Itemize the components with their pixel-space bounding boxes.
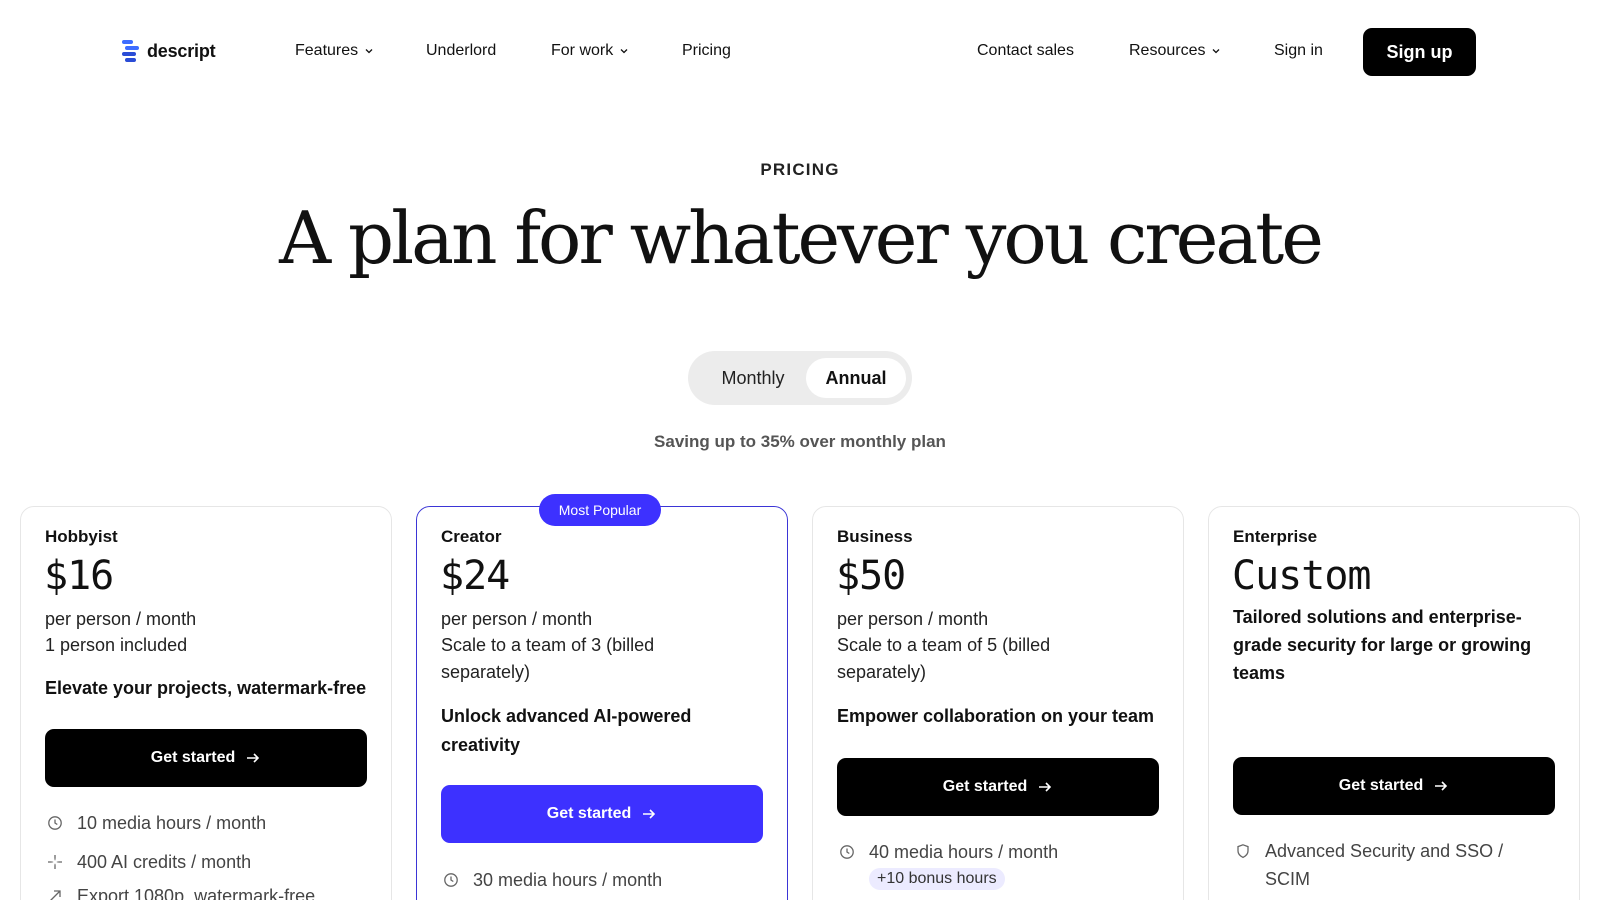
plan-description: Tailored solutions and enterprise-grade … (1233, 607, 1532, 683)
descript-logo[interactable]: descript (122, 40, 216, 62)
nav-resources[interactable]: Resources (1129, 42, 1221, 60)
plan-price: $50 (836, 553, 906, 599)
top-nav: descript Features Underlord For work Pri… (0, 0, 1600, 104)
export-icon (50, 890, 61, 900)
get-started-button[interactable]: Get started (45, 729, 367, 787)
pricing-eyebrow: PRICING (760, 160, 840, 179)
plan-price: $16 (44, 553, 114, 599)
get-started-label: Get started (150, 749, 236, 766)
plan-name: Enterprise (1233, 527, 1318, 546)
plan-description: Elevate your projects, watermark-free (45, 678, 367, 698)
feature-ai-credits: 400 AI credits / month (45, 848, 375, 876)
plan-card-creator: Most Popular Creator $24 per person / mo… (416, 494, 788, 900)
nav-sign-in[interactable]: Sign in (1274, 42, 1323, 60)
get-started-button[interactable]: Get started (837, 758, 1159, 816)
feature-label: Advanced Security and SSO / SCIM (1265, 841, 1504, 889)
feature-label: 40 media hours / month (869, 842, 1059, 862)
feature-security: Advanced Security and SSO / SCIM (1233, 837, 1533, 893)
sparkle-icon (48, 855, 62, 869)
feature-label: 10 media hours / month (77, 813, 267, 833)
nav-features[interactable]: Features (295, 42, 374, 60)
sign-up-button[interactable]: Sign up (1363, 28, 1476, 76)
nav-underlord[interactable]: Underlord (426, 42, 496, 60)
nav-for-work-label: For work (551, 42, 614, 59)
chevron-down-icon (365, 49, 373, 54)
plan-name: Hobbyist (45, 527, 118, 546)
plan-billing-unit: per person / month (441, 609, 593, 629)
nav-for-work[interactable]: For work (551, 42, 629, 60)
get-started-button[interactable]: Get started (441, 785, 763, 843)
feature-label: Export 1080p, watermark-free (77, 886, 316, 900)
arrow-right-icon (1039, 782, 1052, 792)
get-started-button[interactable]: Get started (1233, 757, 1555, 815)
plan-card-hobbyist: Hobbyist $16 per person / month 1 person… (20, 506, 392, 900)
plan-description: Empower collaboration on your team (837, 706, 1155, 726)
most-popular-badge: Most Popular (539, 494, 661, 526)
feature-media-hours: 10 media hours / month (45, 809, 375, 837)
nav-pricing[interactable]: Pricing (682, 42, 731, 60)
plan-seats: 1 person included (45, 635, 188, 655)
descript-logo-icon (122, 40, 139, 62)
feature-label: 400 AI credits / month (77, 852, 252, 872)
plan-description: Unlock advanced AI-powered creativity (441, 706, 692, 755)
feature-media-hours: 30 media hours / month (441, 866, 771, 894)
billing-monthly-option[interactable]: Monthly (698, 358, 808, 398)
plan-name: Creator (441, 527, 502, 546)
plan-seats: Scale to a team of 3 (billed separately) (441, 635, 655, 682)
clock-icon (840, 845, 854, 859)
plan-billing-unit: per person / month (837, 609, 989, 629)
feature-export: Export 1080p, watermark-free (45, 882, 375, 900)
feature-media-hours: 40 media hours / month (837, 838, 1167, 866)
bonus-hours-badge: +10 bonus hours (869, 868, 1005, 890)
chevron-down-icon (620, 49, 628, 54)
arrow-right-icon (643, 809, 656, 819)
plan-price: Custom (1232, 553, 1371, 599)
nav-pricing-label: Pricing (682, 42, 731, 59)
plan-price: $24 (440, 553, 510, 599)
nav-contact-sales-label: Contact sales (977, 42, 1074, 59)
plan-card-enterprise: Enterprise Custom Tailored solutions and… (1208, 506, 1580, 900)
plan-seats: Scale to a team of 5 (billed separately) (837, 635, 1051, 682)
chevron-down-icon (1213, 49, 1220, 54)
arrow-right-icon (1435, 781, 1448, 791)
saving-note: Saving up to 35% over monthly plan (654, 432, 946, 451)
clock-icon (48, 816, 62, 830)
nav-contact-sales[interactable]: Contact sales (977, 42, 1074, 60)
get-started-label: Get started (1338, 777, 1424, 794)
shield-icon (1237, 844, 1249, 859)
plan-billing-unit: per person / month (45, 609, 197, 629)
nav-sign-in-label: Sign in (1274, 42, 1323, 59)
arrow-right-icon (247, 753, 260, 763)
page-headline: A plan for whatever you create (279, 196, 1324, 280)
nav-underlord-label: Underlord (426, 42, 497, 59)
get-started-label: Get started (546, 805, 632, 822)
plan-card-business: Business $50 per person / month Scale to… (812, 506, 1184, 900)
billing-toggle: Monthly Annual (688, 351, 912, 405)
logo-text: descript (147, 40, 216, 61)
get-started-label: Get started (942, 778, 1028, 795)
nav-features-label: Features (295, 42, 359, 59)
plan-name: Business (837, 527, 913, 546)
billing-annual-option[interactable]: Annual (806, 358, 906, 398)
clock-icon (444, 873, 458, 887)
feature-label: 30 media hours / month (473, 870, 663, 890)
nav-resources-label: Resources (1129, 42, 1206, 59)
